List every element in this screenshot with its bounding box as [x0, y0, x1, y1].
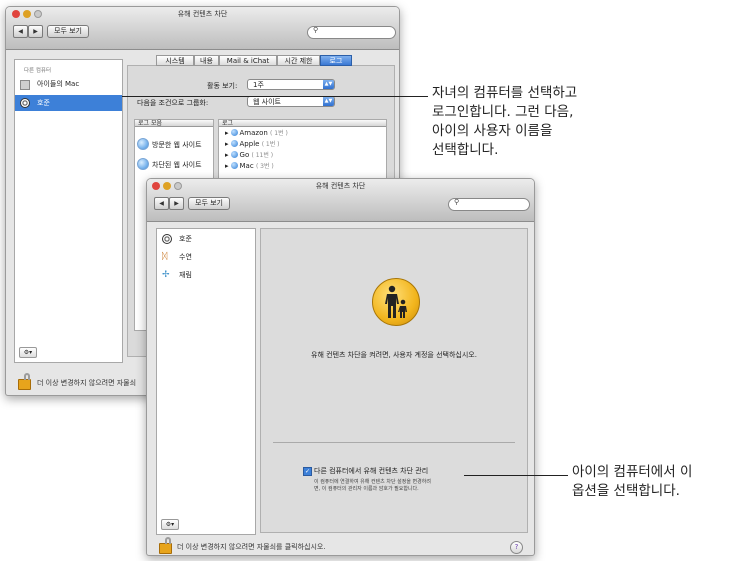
show-all-button[interactable]: 모두 보기 — [188, 197, 230, 210]
computer-icon — [20, 80, 30, 90]
back-button[interactable]: ◀ — [13, 25, 28, 38]
back-button[interactable]: ◀ — [154, 197, 169, 210]
callout-line: 옵션을 선택합니다. — [572, 483, 680, 499]
callout-line: 아이의 사용자 이름을 — [432, 123, 553, 139]
collection-blocked[interactable]: 차단된 웹 사이트 — [137, 158, 202, 170]
popup-arrows-icon: ▲▼ — [323, 97, 334, 106]
user-label: 재림 — [179, 271, 192, 279]
gear-action-button[interactable]: ⚙▾ — [19, 347, 37, 358]
log-row[interactable]: ▸ Mac ( 3번 ) — [225, 161, 274, 170]
sidebar-header: 다른 컴퓨터 — [24, 68, 52, 74]
help-button[interactable]: ? — [510, 541, 523, 554]
tab-time-limits[interactable]: 시간 제한 — [277, 55, 320, 66]
sidebar-item-computer[interactable]: 아이들의 Mac — [15, 76, 122, 92]
soccer-ball-icon — [20, 98, 30, 108]
group-by-value: 웹 사이트 — [253, 98, 281, 106]
lock-text: 더 이상 변경하지 않으려면 자물쇠를 클릭하십시오. — [177, 543, 326, 551]
search-field[interactable]: ⚲ — [448, 198, 530, 211]
lock-icon[interactable] — [18, 373, 31, 390]
globe-icon — [137, 158, 149, 170]
group-by-label: 다음을 조건으로 그룹화: — [137, 99, 209, 107]
parental-controls-icon — [372, 278, 420, 326]
tab-mail-ichat[interactable]: Mail & iChat — [219, 55, 277, 66]
user-label: 호준 — [37, 99, 50, 107]
tab-logs[interactable]: 로그 — [320, 55, 352, 66]
butterfly-icon: ᛞ — [162, 252, 168, 262]
activity-label: 활동 보기: — [207, 82, 238, 90]
tab-bar: 시스템 내용 Mail & iChat 시간 제한 로그 — [156, 55, 366, 66]
search-icon: ⚲ — [313, 26, 319, 34]
log-row[interactable]: ▸ Amazon ( 1번 ) — [225, 128, 288, 137]
globe-icon — [230, 162, 238, 169]
activity-value: 1주 — [253, 81, 264, 89]
collection-visited[interactable]: 방문한 웹 사이트 — [137, 138, 202, 150]
user-label: 수연 — [179, 253, 192, 261]
callout-line: 선택합니다. — [432, 142, 499, 158]
divider — [273, 442, 515, 443]
user-list: 호준 ᛞ 수연 ✢ 재림 ⚙▾ — [156, 228, 256, 535]
computer-user-list: 다른 컴퓨터 아이들의 Mac 호준 ⚙▾ — [14, 59, 123, 363]
sidebar-item-user-selected[interactable]: 호준 — [15, 95, 122, 111]
window-title: 유해 컨텐츠 차단 — [315, 182, 366, 190]
tab-system[interactable]: 시스템 — [156, 55, 194, 66]
collection-label: 방문한 웹 사이트 — [152, 141, 202, 149]
log-count: ( 3번 ) — [255, 163, 274, 170]
log-count: ( 11번 ) — [251, 152, 274, 159]
search-field[interactable]: ⚲ — [307, 26, 396, 39]
log-count: ( 1번 ) — [270, 130, 288, 137]
front-titlebar: 유해 컨텐츠 차단 ◀ ▶ 모두 보기 ⚲ — [147, 179, 534, 222]
front-window: 유해 컨텐츠 차단 ◀ ▶ 모두 보기 ⚲ 호준 ᛞ 수연 ✢ 재림 ⚙▾ 유해… — [146, 178, 535, 556]
lock-text: 더 이상 변경하지 않으려면 자물쇠 — [37, 379, 137, 387]
checkbox-description: 이 컴퓨터에 연결하여 유해 컨텐츠 차단 설정을 변경하려 — [314, 479, 431, 485]
log-row[interactable]: ▸ Go ( 11번 ) — [225, 150, 273, 159]
lock-icon[interactable] — [159, 537, 172, 554]
help-label: ? — [514, 543, 519, 551]
callout-line: 로그인합니다. 그런 다음, — [432, 104, 574, 120]
parent-child-figure — [385, 285, 407, 318]
globe-icon — [230, 140, 238, 147]
globe-icon — [137, 138, 149, 150]
window-title: 유해 컨텐츠 차단 — [177, 10, 228, 18]
callout-line: 자녀의 컴퓨터를 선택하고 — [432, 85, 578, 101]
user-label: 호준 — [179, 235, 192, 243]
collections-header: 로그 모음 — [135, 120, 213, 127]
log-site: Apple — [239, 140, 260, 148]
sidebar-item-user[interactable]: 호준 — [157, 231, 255, 247]
globe-icon — [230, 129, 238, 136]
activity-popup[interactable]: 1주 ▲▼ — [247, 79, 335, 90]
callout-line-bottom — [464, 475, 568, 476]
sidebar-item-user[interactable]: ✢ 재림 — [157, 267, 255, 283]
forward-button[interactable]: ▶ — [28, 25, 43, 38]
log-site: Mac — [239, 162, 254, 170]
collection-label: 차단된 웹 사이트 — [152, 161, 202, 169]
log-row[interactable]: ▸ Apple ( 1번 ) — [225, 139, 280, 148]
select-user-message: 유해 컨텐츠 차단을 켜려면, 사용자 계정을 선택하십시오. — [311, 351, 477, 359]
callout-line-top — [122, 96, 428, 97]
callout-bottom: 아이의 컴퓨터에서 이 옵션을 선택합니다. — [572, 463, 692, 501]
globe-icon — [230, 151, 238, 158]
forward-button[interactable]: ▶ — [169, 197, 184, 210]
computer-label: 아이들의 Mac — [37, 80, 80, 88]
show-all-button[interactable]: 모두 보기 — [47, 25, 89, 38]
log-site: Amazon — [239, 129, 268, 137]
checkbox-description: 면, 이 컴퓨터의 관리자 이름과 암호가 필요합니다. — [314, 486, 419, 492]
callout-top: 자녀의 컴퓨터를 선택하고 로그인합니다. 그런 다음, 아이의 사용자 이름을… — [432, 84, 577, 160]
main-pane: 유해 컨텐츠 차단을 켜려면, 사용자 계정을 선택하십시오. ✓ 다른 컴퓨터… — [260, 228, 528, 533]
log-count: ( 1번 ) — [261, 141, 280, 148]
tab-content[interactable]: 내용 — [194, 55, 219, 66]
manage-checkbox[interactable]: ✓ — [303, 467, 312, 476]
manage-checkbox-label[interactable]: 다른 컴퓨터에서 유해 컨텐츠 차단 관리 — [314, 466, 428, 476]
popup-arrows-icon: ▲▼ — [323, 80, 334, 89]
callout-line: 아이의 컴퓨터에서 이 — [572, 464, 693, 480]
gear-action-button[interactable]: ⚙▾ — [161, 519, 179, 530]
sidebar-item-user[interactable]: ᛞ 수연 — [157, 249, 255, 265]
back-titlebar: 유해 컨텐츠 차단 ◀ ▶ 모두 보기 ⚲ — [6, 7, 399, 50]
group-by-popup[interactable]: 웹 사이트 ▲▼ — [247, 96, 335, 107]
soccer-ball-icon — [162, 234, 172, 244]
logs-header: 로그 — [219, 120, 386, 127]
search-icon: ⚲ — [454, 198, 460, 206]
dragonfly-icon: ✢ — [162, 270, 170, 280]
log-site: Go — [239, 151, 250, 159]
